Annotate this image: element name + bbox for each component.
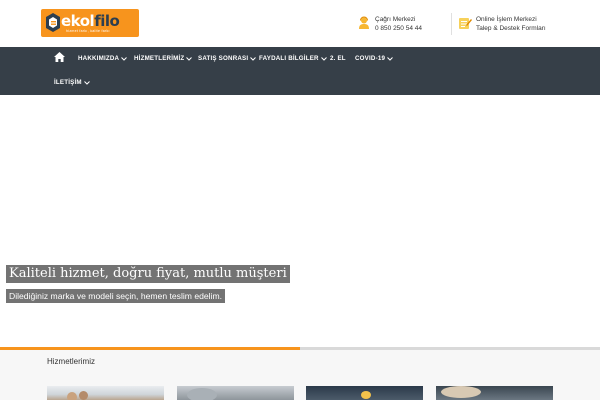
service-card-image[interactable] bbox=[436, 386, 553, 400]
call-center-phone[interactable]: 0 850 250 54 44 bbox=[375, 24, 422, 33]
nav-item-iletisim[interactable]: İLETİŞİM bbox=[54, 79, 90, 86]
form-edit-icon bbox=[459, 18, 472, 29]
nav-item-satis-sonrasi[interactable]: SATIŞ SONRASI bbox=[198, 55, 257, 62]
nav-item-label: COVID-19 bbox=[355, 55, 386, 62]
online-service-sub[interactable]: Talep & Destek Formları bbox=[476, 24, 546, 33]
chevron-down-icon bbox=[186, 56, 193, 61]
call-center-label: Çağrı Merkezi bbox=[375, 16, 416, 23]
service-card-image[interactable] bbox=[47, 386, 164, 400]
nav-item-label: HAKKIMIZDA bbox=[78, 55, 120, 62]
nav-item-label: HİZMETLERİMİZ bbox=[134, 55, 185, 62]
hero-subtitle: Dilediğiniz marka ve modeli seçin, hemen… bbox=[6, 289, 226, 303]
headset-user-icon bbox=[359, 16, 369, 29]
chevron-down-icon bbox=[83, 80, 90, 85]
services-heading: Hizmetlerimiz bbox=[47, 357, 95, 366]
chevron-down-icon bbox=[387, 56, 393, 61]
logo-wordmark: ekolfilo bbox=[61, 12, 120, 30]
service-card-image[interactable] bbox=[306, 386, 423, 400]
online-service-contact[interactable]: Online İşlem Merkezi Talep & Destek Form… bbox=[458, 15, 546, 33]
nav-item-faydali-bilgiler[interactable]: FAYDALI BİLGİLER bbox=[259, 55, 327, 62]
service-card-image[interactable] bbox=[177, 386, 294, 400]
nav-item-hakkimizda[interactable]: HAKKIMIZDA bbox=[78, 55, 128, 62]
site-header: ekolfilo hizmet farkı, kalite farkı Çağr… bbox=[0, 0, 600, 47]
home-icon[interactable] bbox=[54, 52, 65, 62]
online-service-label: Online İşlem Merkezi bbox=[476, 16, 537, 23]
logo-tagline: hizmet farkı, kalite farkı bbox=[66, 29, 110, 33]
nav-item-covid-19[interactable]: COVID-19 bbox=[355, 55, 393, 62]
chevron-down-icon bbox=[250, 56, 257, 61]
call-center-contact[interactable]: Çağrı Merkezi 0 850 250 54 44 bbox=[357, 15, 422, 33]
nav-item-label: 2. EL bbox=[330, 55, 346, 62]
chevron-down-icon bbox=[121, 56, 128, 61]
chevron-down-icon bbox=[320, 56, 327, 61]
brand-logo[interactable]: ekolfilo hizmet farkı, kalite farkı bbox=[41, 9, 139, 37]
nav-item-label: FAYDALI BİLGİLER bbox=[259, 55, 319, 62]
nav-item-ikinci-el[interactable]: 2. EL bbox=[330, 55, 346, 62]
hero-banner bbox=[0, 95, 600, 348]
nav-item-hizmetlerimiz[interactable]: HİZMETLERİMİZ bbox=[134, 55, 193, 62]
header-divider bbox=[451, 13, 452, 35]
nav-item-label: İLETİŞİM bbox=[54, 79, 82, 86]
logo-mark-icon bbox=[46, 13, 60, 32]
hero-title: Kaliteli hizmet, doğru fiyat, mutlu müşt… bbox=[6, 265, 290, 283]
nav-item-label: SATIŞ SONRASI bbox=[198, 55, 249, 62]
